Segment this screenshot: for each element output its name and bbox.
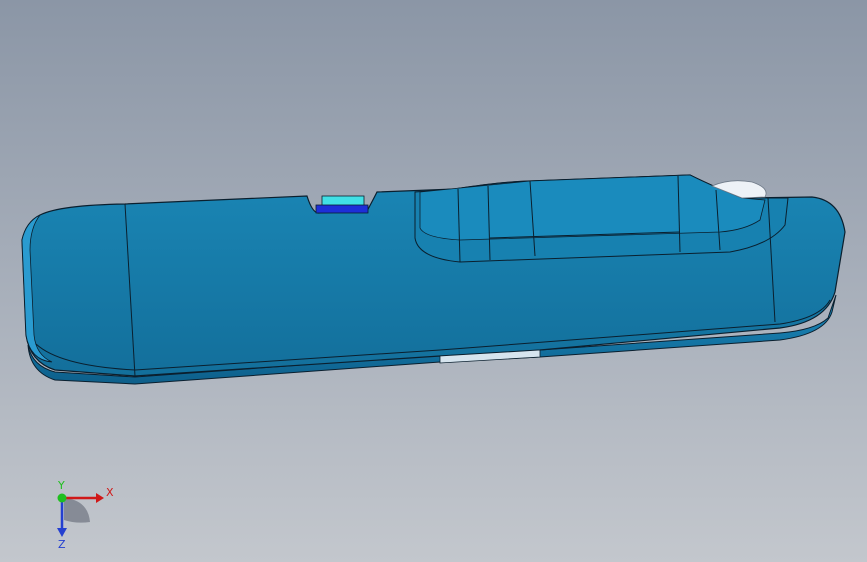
triad-shadow (64, 498, 90, 523)
x-axis-label: X (106, 486, 114, 499)
y-axis-dot (57, 493, 67, 503)
3d-viewport[interactable]: X Y Z (0, 0, 867, 562)
axis-triad: X Y Z (57, 480, 114, 550)
cad-model-view[interactable] (0, 0, 867, 562)
y-axis-label: Y (57, 480, 65, 492)
z-axis-arrow (57, 528, 67, 537)
part-insert-blue[interactable] (315, 204, 369, 214)
z-axis-label: Z (58, 538, 66, 550)
x-axis-arrow (96, 493, 104, 503)
part-pocket-floor (419, 174, 766, 241)
part-insert-cyan[interactable] (321, 195, 365, 207)
